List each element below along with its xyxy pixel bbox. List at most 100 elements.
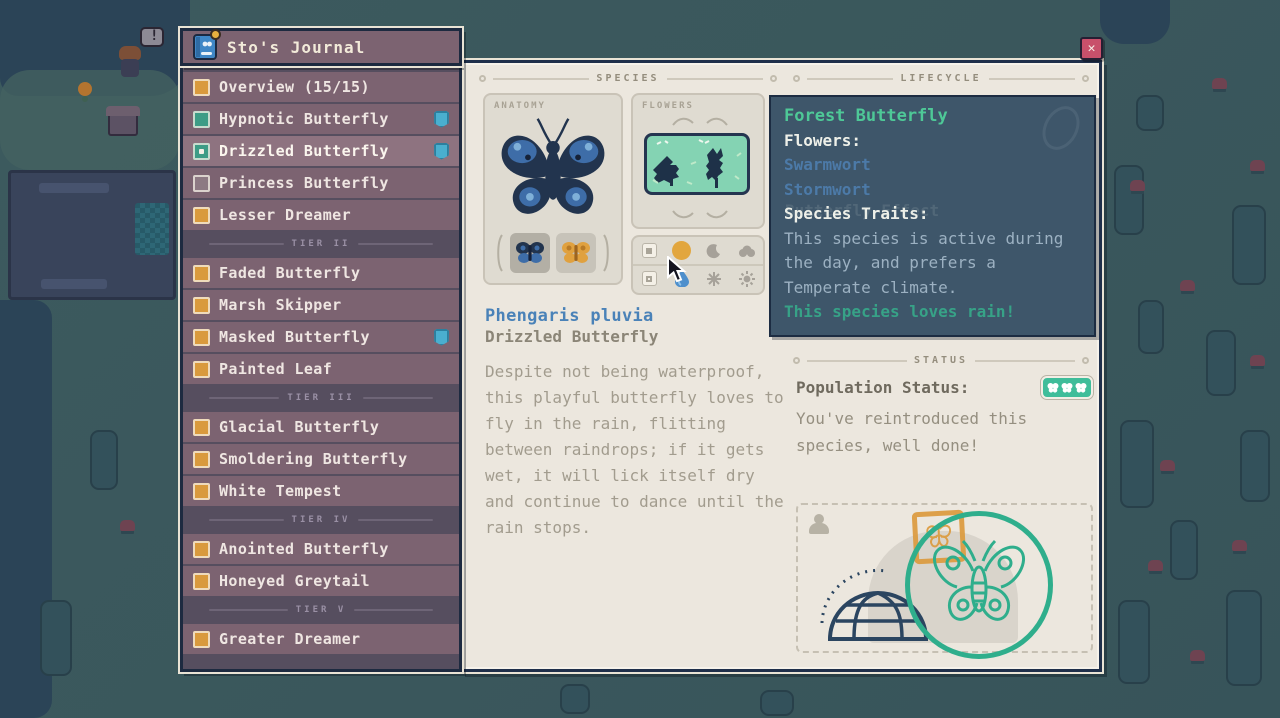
species-swatch-icon — [193, 329, 210, 346]
small-hut — [108, 112, 138, 136]
tooltip-flower-link: Swarmwort — [784, 153, 1081, 178]
sidebar-item-overview-15-15[interactable]: Overview (15/15) — [183, 72, 459, 102]
teal-butterfly-stamp-icon — [927, 535, 1031, 635]
sidebar-item-label: Painted Leaf — [219, 360, 332, 378]
wooden-platform — [8, 170, 176, 300]
variant-orange-button[interactable] — [556, 233, 596, 273]
tier-divider: TIER II — [183, 232, 459, 256]
flower-habitat-screen — [644, 133, 750, 195]
sidebar-item-label: Smoldering Butterfly — [219, 450, 408, 468]
swirl-top-icon — [633, 115, 763, 127]
sidebar-item-drizzled-butterfly[interactable]: Drizzled Butterfly — [183, 136, 459, 166]
tree — [1136, 95, 1164, 131]
tier-divider-label: TIER IV — [292, 515, 351, 525]
sidebar-item-masked-butterfly[interactable]: Masked Butterfly — [183, 322, 459, 352]
anatomy-label: ANATOMY — [494, 101, 546, 111]
flower-cluster — [1232, 540, 1247, 551]
bracket-left-icon — [495, 233, 504, 273]
tree — [40, 600, 72, 676]
time-chip-icon[interactable] — [633, 243, 666, 258]
sidebar-item-princess-butterfly[interactable]: Princess Butterfly — [183, 168, 459, 198]
lifecycle-ghost-text: Butterfly Effect — [785, 199, 939, 224]
sidebar-item-label: Princess Butterfly — [219, 174, 389, 192]
night-moon-icon[interactable] — [698, 243, 731, 259]
weather-chip-icon[interactable] — [633, 271, 666, 286]
tier-divider-label: TIER V — [296, 605, 347, 615]
journal-book-icon — [193, 34, 217, 60]
sunflower — [78, 82, 92, 96]
npc-character — [118, 46, 142, 78]
tooltip-title: Forest Butterfly — [784, 104, 1081, 129]
sidebar-item-label: Lesser Dreamer — [219, 206, 351, 224]
reintroduced-shield-icon — [434, 143, 449, 160]
close-button[interactable]: ✕ — [1080, 37, 1103, 60]
flower-cluster — [1212, 78, 1227, 89]
tree — [1114, 165, 1144, 235]
journal-title: Sto's Journal — [227, 38, 365, 57]
tier-divider: TIER IV — [183, 508, 459, 532]
tier-divider: TIER III — [183, 386, 459, 410]
flower-cluster — [1190, 650, 1205, 661]
sidebar-item-label: Marsh Skipper — [219, 296, 342, 314]
lifecycle-section-header: LIFECYCLE — [793, 73, 1089, 84]
status-message: You've reintroduced this species, well d… — [796, 405, 1086, 459]
status-section-label: STATUS — [914, 355, 968, 366]
species-swatch-icon — [193, 207, 210, 224]
species-swatch-icon — [193, 573, 210, 590]
species-tooltip: Butterfly Effect Forest Butterfly Flower… — [769, 95, 1096, 337]
flowers-box: FLOWERS — [631, 93, 765, 229]
sidebar-item-anointed-butterfly[interactable]: Anointed Butterfly — [183, 534, 459, 564]
sidebar-item-label: Greater Dreamer — [219, 630, 360, 648]
teal-stamp-circle-icon — [905, 511, 1053, 659]
species-swatch-icon — [193, 143, 210, 160]
species-swatch-icon — [193, 175, 210, 192]
sidebar-item-painted-leaf[interactable]: Painted Leaf — [183, 354, 459, 384]
species-swatch-icon — [193, 361, 210, 378]
butterfly-glyph-icon — [1047, 383, 1059, 393]
sidebar-item-lesser-dreamer[interactable]: Lesser Dreamer — [183, 200, 459, 230]
notification-dot-icon — [210, 29, 221, 40]
population-status-label: Population Status: — [796, 378, 969, 397]
sidebar-item-label: White Tempest — [219, 482, 342, 500]
tier-divider: TIER V — [183, 598, 459, 622]
orange-butterfly-icon — [561, 240, 591, 266]
tree — [1170, 520, 1198, 580]
sidebar-list: Overview (15/15) Hypnotic Butterfly Drizzl… — [183, 72, 459, 654]
sidebar-item-label: Faded Butterfly — [219, 264, 360, 282]
snow-icon[interactable] — [698, 271, 731, 287]
species-section-header: SPECIES — [479, 73, 777, 84]
sidebar-item-label: Drizzled Butterfly — [219, 142, 389, 160]
flower-cluster — [1250, 160, 1265, 171]
species-swatch-icon — [193, 111, 210, 128]
species-swatch-icon — [193, 79, 210, 96]
anatomy-box: ANATOMY — [483, 93, 623, 285]
stamp-card — [796, 503, 1093, 653]
sidebar-item-faded-butterfly[interactable]: Faded Butterfly — [183, 258, 459, 288]
sidebar-item-honeyed-greytail[interactable]: Honeyed Greytail — [183, 566, 459, 596]
tooltip-highlight: This species loves rain! — [784, 300, 1081, 325]
sidebar-item-smoldering-butterfly[interactable]: Smoldering Butterfly — [183, 444, 459, 474]
sidebar-item-label: Masked Butterfly — [219, 328, 370, 346]
journal-main-panel: SPECIES ANATOMY — [460, 60, 1102, 672]
species-swatch-icon — [193, 265, 210, 282]
sidebar-item-glacial-butterfly[interactable]: Glacial Butterfly — [183, 412, 459, 442]
sidebar-item-white-tempest[interactable]: White Tempest — [183, 476, 459, 506]
dry-sun-icon[interactable] — [731, 271, 764, 287]
sidebar-item-hypnotic-butterfly[interactable]: Hypnotic Butterfly — [183, 104, 459, 134]
tree — [1226, 590, 1262, 686]
weather-row — [633, 264, 763, 291]
sidebar-item-greater-dreamer[interactable]: Greater Dreamer — [183, 624, 459, 654]
water-patch — [1100, 0, 1170, 44]
sidebar-item-label: Overview (15/15) — [219, 78, 370, 96]
species-swatch-icon — [193, 419, 210, 436]
tree — [1120, 420, 1154, 508]
climate-cloud-icon[interactable] — [731, 245, 764, 257]
tooltip-flowers-heading: Flowers: — [784, 129, 1081, 154]
tree — [1240, 430, 1270, 502]
bracket-right-icon — [602, 233, 611, 273]
tree — [90, 430, 118, 490]
flower-cluster — [1180, 280, 1195, 291]
journal-titlebar: Sto's Journal — [180, 28, 462, 66]
variant-blue-button[interactable] — [510, 233, 550, 273]
sidebar-item-marsh-skipper[interactable]: Marsh Skipper — [183, 290, 459, 320]
